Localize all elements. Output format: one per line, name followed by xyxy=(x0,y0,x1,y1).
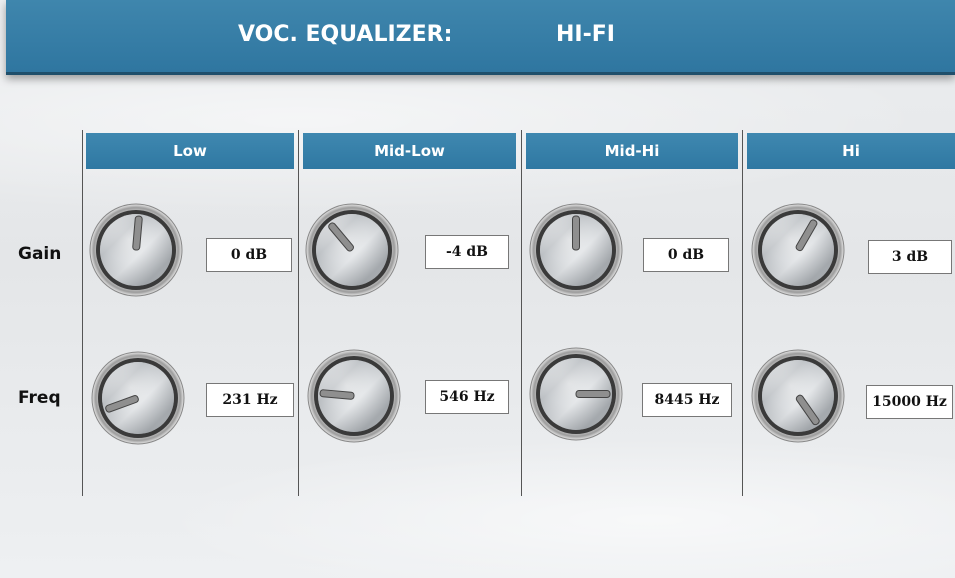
freq-value-hi[interactable]: 15000 Hz xyxy=(866,385,953,419)
gain-value-mid-hi[interactable]: 0 dB xyxy=(643,238,729,272)
freq-knob-mid-low[interactable] xyxy=(306,348,402,444)
page-title: VOC. EQUALIZER: xyxy=(238,22,453,47)
column-divider xyxy=(82,130,83,496)
column-divider xyxy=(521,130,522,496)
band-header-mid-hi: Mid-Hi xyxy=(526,133,738,169)
column-divider xyxy=(298,130,299,496)
freq-knob-hi[interactable] xyxy=(750,348,846,444)
gain-value-hi[interactable]: 3 dB xyxy=(868,240,952,274)
gain-row-label: Gain xyxy=(18,244,62,264)
preset-name: HI-FI xyxy=(556,22,615,47)
gain-value-mid-low[interactable]: -4 dB xyxy=(425,235,509,269)
freq-row-label: Freq xyxy=(18,388,61,408)
gain-knob-hi[interactable] xyxy=(750,202,846,298)
freq-value-mid-low[interactable]: 546 Hz xyxy=(425,380,509,414)
band-header-hi: Hi xyxy=(747,133,955,169)
band-header-mid-low: Mid-Low xyxy=(303,133,516,169)
freq-value-low[interactable]: 231 Hz xyxy=(206,383,294,417)
title-bar: VOC. EQUALIZER: HI-FI xyxy=(6,0,955,75)
band-header-low: Low xyxy=(86,133,294,169)
freq-value-mid-hi[interactable]: 8445 Hz xyxy=(642,383,732,417)
gain-knob-low[interactable] xyxy=(88,202,184,298)
freq-knob-mid-hi[interactable] xyxy=(528,346,624,442)
column-divider xyxy=(742,130,743,496)
gain-value-low[interactable]: 0 dB xyxy=(206,238,292,272)
freq-knob-low[interactable] xyxy=(90,350,186,446)
gain-knob-mid-low[interactable] xyxy=(304,202,400,298)
gain-knob-mid-hi[interactable] xyxy=(528,202,624,298)
